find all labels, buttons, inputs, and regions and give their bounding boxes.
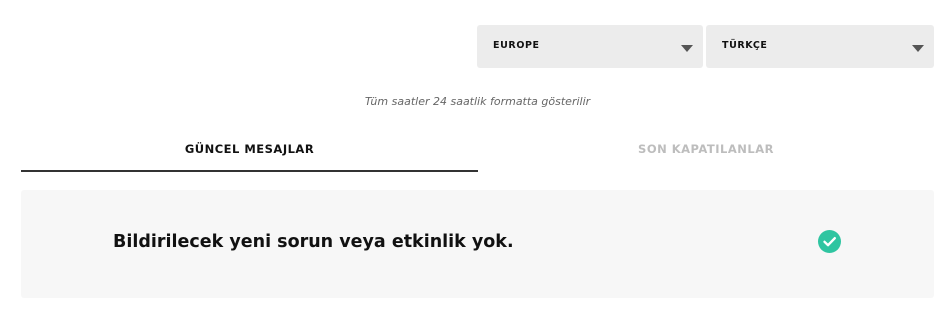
chevron-down-icon — [681, 45, 693, 52]
chevron-down-icon — [912, 45, 924, 52]
check-circle-icon — [818, 230, 841, 253]
tab-current-messages[interactable]: GÜNCEL MESAJLAR — [21, 130, 478, 172]
time-format-note: Tüm saatler 24 saatlik formatta gösteril… — [364, 95, 591, 108]
service-status-page: EUROPE TÜRKÇE Tüm saatler 24 saatlik for… — [0, 0, 951, 311]
status-message: Bildirilecek yeni sorun veya etkinlik yo… — [113, 232, 514, 252]
tab-recently-closed[interactable]: SON KAPATILANLAR — [478, 130, 934, 172]
region-select[interactable]: EUROPE — [477, 25, 703, 68]
language-select[interactable]: TÜRKÇE — [706, 25, 934, 68]
language-select-value: TÜRKÇE — [722, 40, 768, 51]
status-panel: Bildirilecek yeni sorun veya etkinlik yo… — [21, 190, 934, 298]
region-select-value: EUROPE — [493, 40, 540, 51]
